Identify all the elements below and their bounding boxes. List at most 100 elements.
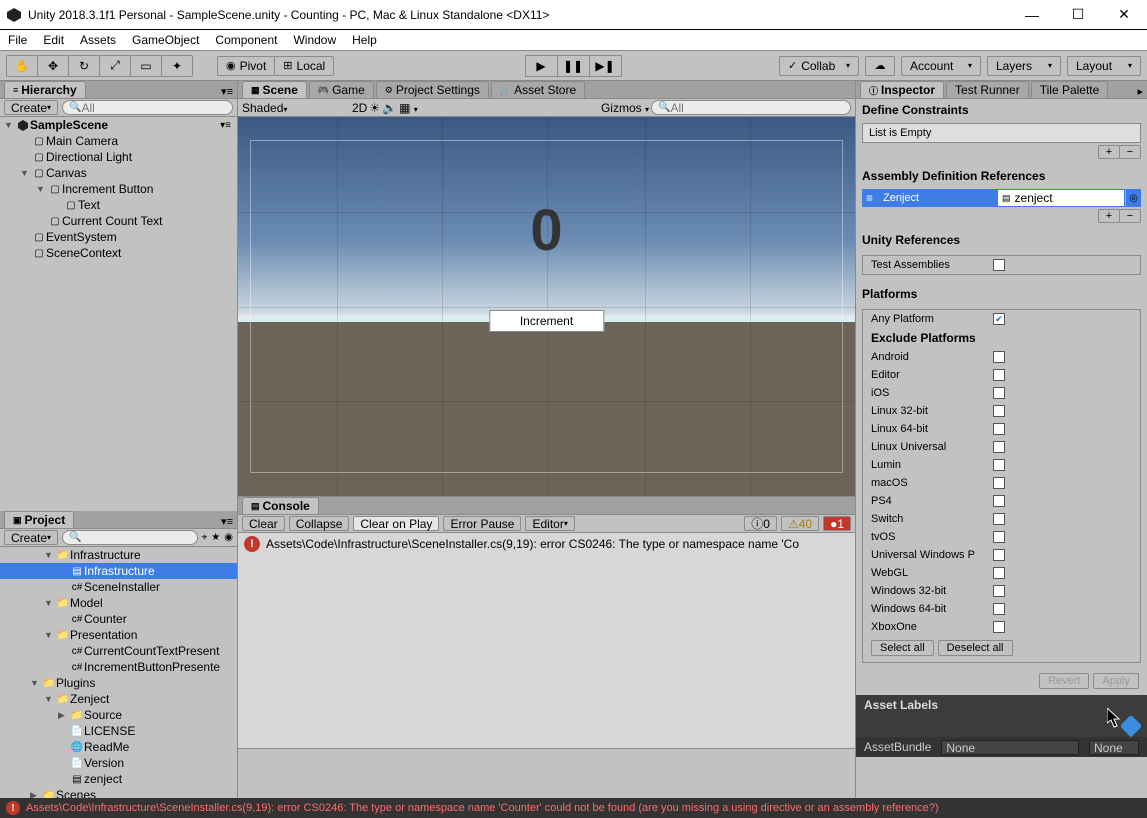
pivot-toggle[interactable]: ◉ Pivot [217, 56, 275, 76]
any-platform-row[interactable]: Any Platform ✔ [863, 310, 1140, 328]
hand-tool[interactable]: ✋ [6, 55, 38, 77]
platform-check[interactable] [993, 477, 1005, 489]
tab-test-runner[interactable]: Test Runner [946, 81, 1029, 98]
menu-component[interactable]: Component [215, 33, 277, 47]
project-item[interactable]: ▶📁Source [0, 707, 237, 723]
project-create[interactable]: Create ▾ [4, 530, 58, 545]
project-item[interactable]: 🌐ReadMe [0, 739, 237, 755]
scene-view[interactable]: 0 Increment [238, 117, 855, 497]
platform-row[interactable]: Lumin [863, 456, 1140, 474]
close-button[interactable]: ✕ [1101, 0, 1147, 29]
menu-help[interactable]: Help [352, 33, 377, 47]
platform-check[interactable] [993, 513, 1005, 525]
platform-row[interactable]: XboxOne [863, 618, 1140, 636]
scene-menu-icon[interactable]: ▾≡ [220, 120, 231, 131]
scene-2d-toggle[interactable]: 2D [352, 101, 367, 115]
hierarchy-search[interactable]: 🔍All [62, 100, 233, 115]
platform-check[interactable] [993, 423, 1005, 435]
platform-check[interactable] [993, 387, 1005, 399]
asm-ref-remove-button[interactable]: − [1119, 209, 1141, 223]
project-fav-icon[interactable]: ★ [211, 532, 220, 543]
test-assemblies-row[interactable]: Test Assemblies [863, 256, 1140, 274]
platform-check[interactable] [993, 441, 1005, 453]
menu-file[interactable]: File [8, 33, 27, 47]
pause-button[interactable]: ❚❚ [557, 55, 590, 77]
minimize-button[interactable]: — [1009, 0, 1055, 29]
hierarchy-item[interactable]: ▢Directional Light [0, 149, 237, 165]
platform-row[interactable]: Linux 32-bit [863, 402, 1140, 420]
hierarchy-item[interactable]: ▼▢Canvas [0, 165, 237, 181]
scale-tool[interactable]: ⤢ [99, 55, 131, 77]
console-error-pause[interactable]: Error Pause [443, 516, 521, 531]
platform-check[interactable] [993, 459, 1005, 471]
scene-increment-button[interactable]: Increment [489, 310, 604, 332]
asm-ref-row[interactable]: ≡ Zenject ▤zenject ◎ [862, 189, 1141, 207]
project-item[interactable]: ▼📁Zenject [0, 691, 237, 707]
console-view[interactable]: ! Assets\Code\Infrastructure\SceneInstal… [238, 533, 855, 748]
scene-search[interactable]: 🔍All [651, 100, 851, 115]
project-item[interactable]: ▼📁Infrastructure [0, 547, 237, 563]
test-assemblies-check[interactable] [993, 259, 1005, 271]
hierarchy-item[interactable]: ▢SceneContext [0, 245, 237, 261]
maximize-button[interactable]: ☐ [1055, 0, 1101, 29]
platform-row[interactable]: macOS [863, 474, 1140, 492]
hierarchy-item[interactable]: ▢Current Count Text [0, 213, 237, 229]
menu-assets[interactable]: Assets [80, 33, 116, 47]
project-item[interactable]: ▼📁Plugins [0, 675, 237, 691]
hierarchy-item[interactable]: ▢EventSystem [0, 229, 237, 245]
label-tag-icon[interactable] [1120, 715, 1143, 738]
tab-console[interactable]: ▤Console [242, 497, 319, 514]
hierarchy-item[interactable]: ▢Main Camera [0, 133, 237, 149]
platform-check[interactable] [993, 405, 1005, 417]
platform-row[interactable]: Editor [863, 366, 1140, 384]
scene-light-icon[interactable]: ☀ [369, 101, 380, 115]
move-tool[interactable]: ✥ [37, 55, 69, 77]
rotate-tool[interactable]: ↻ [68, 55, 100, 77]
project-options-icon[interactable]: ▾≡ [221, 515, 233, 528]
any-platform-check[interactable]: ✔ [993, 313, 1005, 325]
tab-game[interactable]: 🎮Game [309, 81, 374, 98]
tab-project[interactable]: ▣Project [4, 511, 74, 528]
project-filter-icon[interactable]: ⌖ [202, 532, 208, 543]
tab-asset-store[interactable]: 🛒Asset Store [491, 81, 585, 98]
hierarchy-create[interactable]: Create ▾ [4, 100, 58, 115]
console-collapse[interactable]: Collapse [289, 516, 350, 531]
project-search[interactable]: 🔍 [62, 530, 198, 545]
platform-row[interactable]: Android [863, 348, 1140, 366]
platform-row[interactable]: Switch [863, 510, 1140, 528]
platform-row[interactable]: Universal Windows P [863, 546, 1140, 564]
tab-tile-palette[interactable]: Tile Palette [1031, 81, 1109, 98]
revert-button[interactable]: Revert [1039, 673, 1089, 689]
scene-gizmos[interactable]: Gizmos ▾ [601, 101, 649, 115]
platform-row[interactable]: WebGL [863, 564, 1140, 582]
asm-ref-picker-icon[interactable]: ◎ [1125, 190, 1141, 206]
layout-dropdown[interactable]: Layout▾ [1067, 56, 1141, 76]
platform-row[interactable]: tvOS [863, 528, 1140, 546]
hierarchy-item[interactable]: ▼▢Increment Button [0, 181, 237, 197]
collab-dropdown[interactable]: ✓ Collab▾ [779, 56, 859, 76]
menu-gameobject[interactable]: GameObject [132, 33, 199, 47]
project-hidden-icon[interactable]: ◉ [224, 532, 233, 543]
tab-scene[interactable]: ▦Scene [242, 81, 307, 98]
tab-inspector[interactable]: ⓘInspector [860, 81, 944, 98]
console-editor[interactable]: Editor ▾ [525, 516, 574, 531]
platform-check[interactable] [993, 351, 1005, 363]
asset-bundle-select[interactable]: None [941, 740, 1079, 755]
asm-ref-field[interactable]: ▤zenject [998, 190, 1124, 206]
project-item[interactable]: c#Counter [0, 611, 237, 627]
project-item[interactable]: 📄LICENSE [0, 723, 237, 739]
cloud-button[interactable]: ☁ [865, 56, 895, 76]
local-toggle[interactable]: ⊞ Local [274, 56, 334, 76]
transform-tool[interactable]: ✦ [161, 55, 193, 77]
menu-edit[interactable]: Edit [43, 33, 64, 47]
project-item[interactable]: c#CurrentCountTextPresent [0, 643, 237, 659]
asset-bundle-variant[interactable]: None [1089, 740, 1139, 755]
console-error-row[interactable]: ! Assets\Code\Infrastructure\SceneInstal… [238, 533, 855, 555]
platform-row[interactable]: PS4 [863, 492, 1140, 510]
drag-handle-icon[interactable]: ≡ [862, 191, 877, 205]
platform-row[interactable]: Windows 64-bit [863, 600, 1140, 618]
console-clear-on-play[interactable]: Clear on Play [353, 516, 439, 531]
project-item[interactable]: c#SceneInstaller [0, 579, 237, 595]
hierarchy-options-icon[interactable]: ▾≡ [221, 85, 233, 98]
platform-row[interactable]: iOS [863, 384, 1140, 402]
